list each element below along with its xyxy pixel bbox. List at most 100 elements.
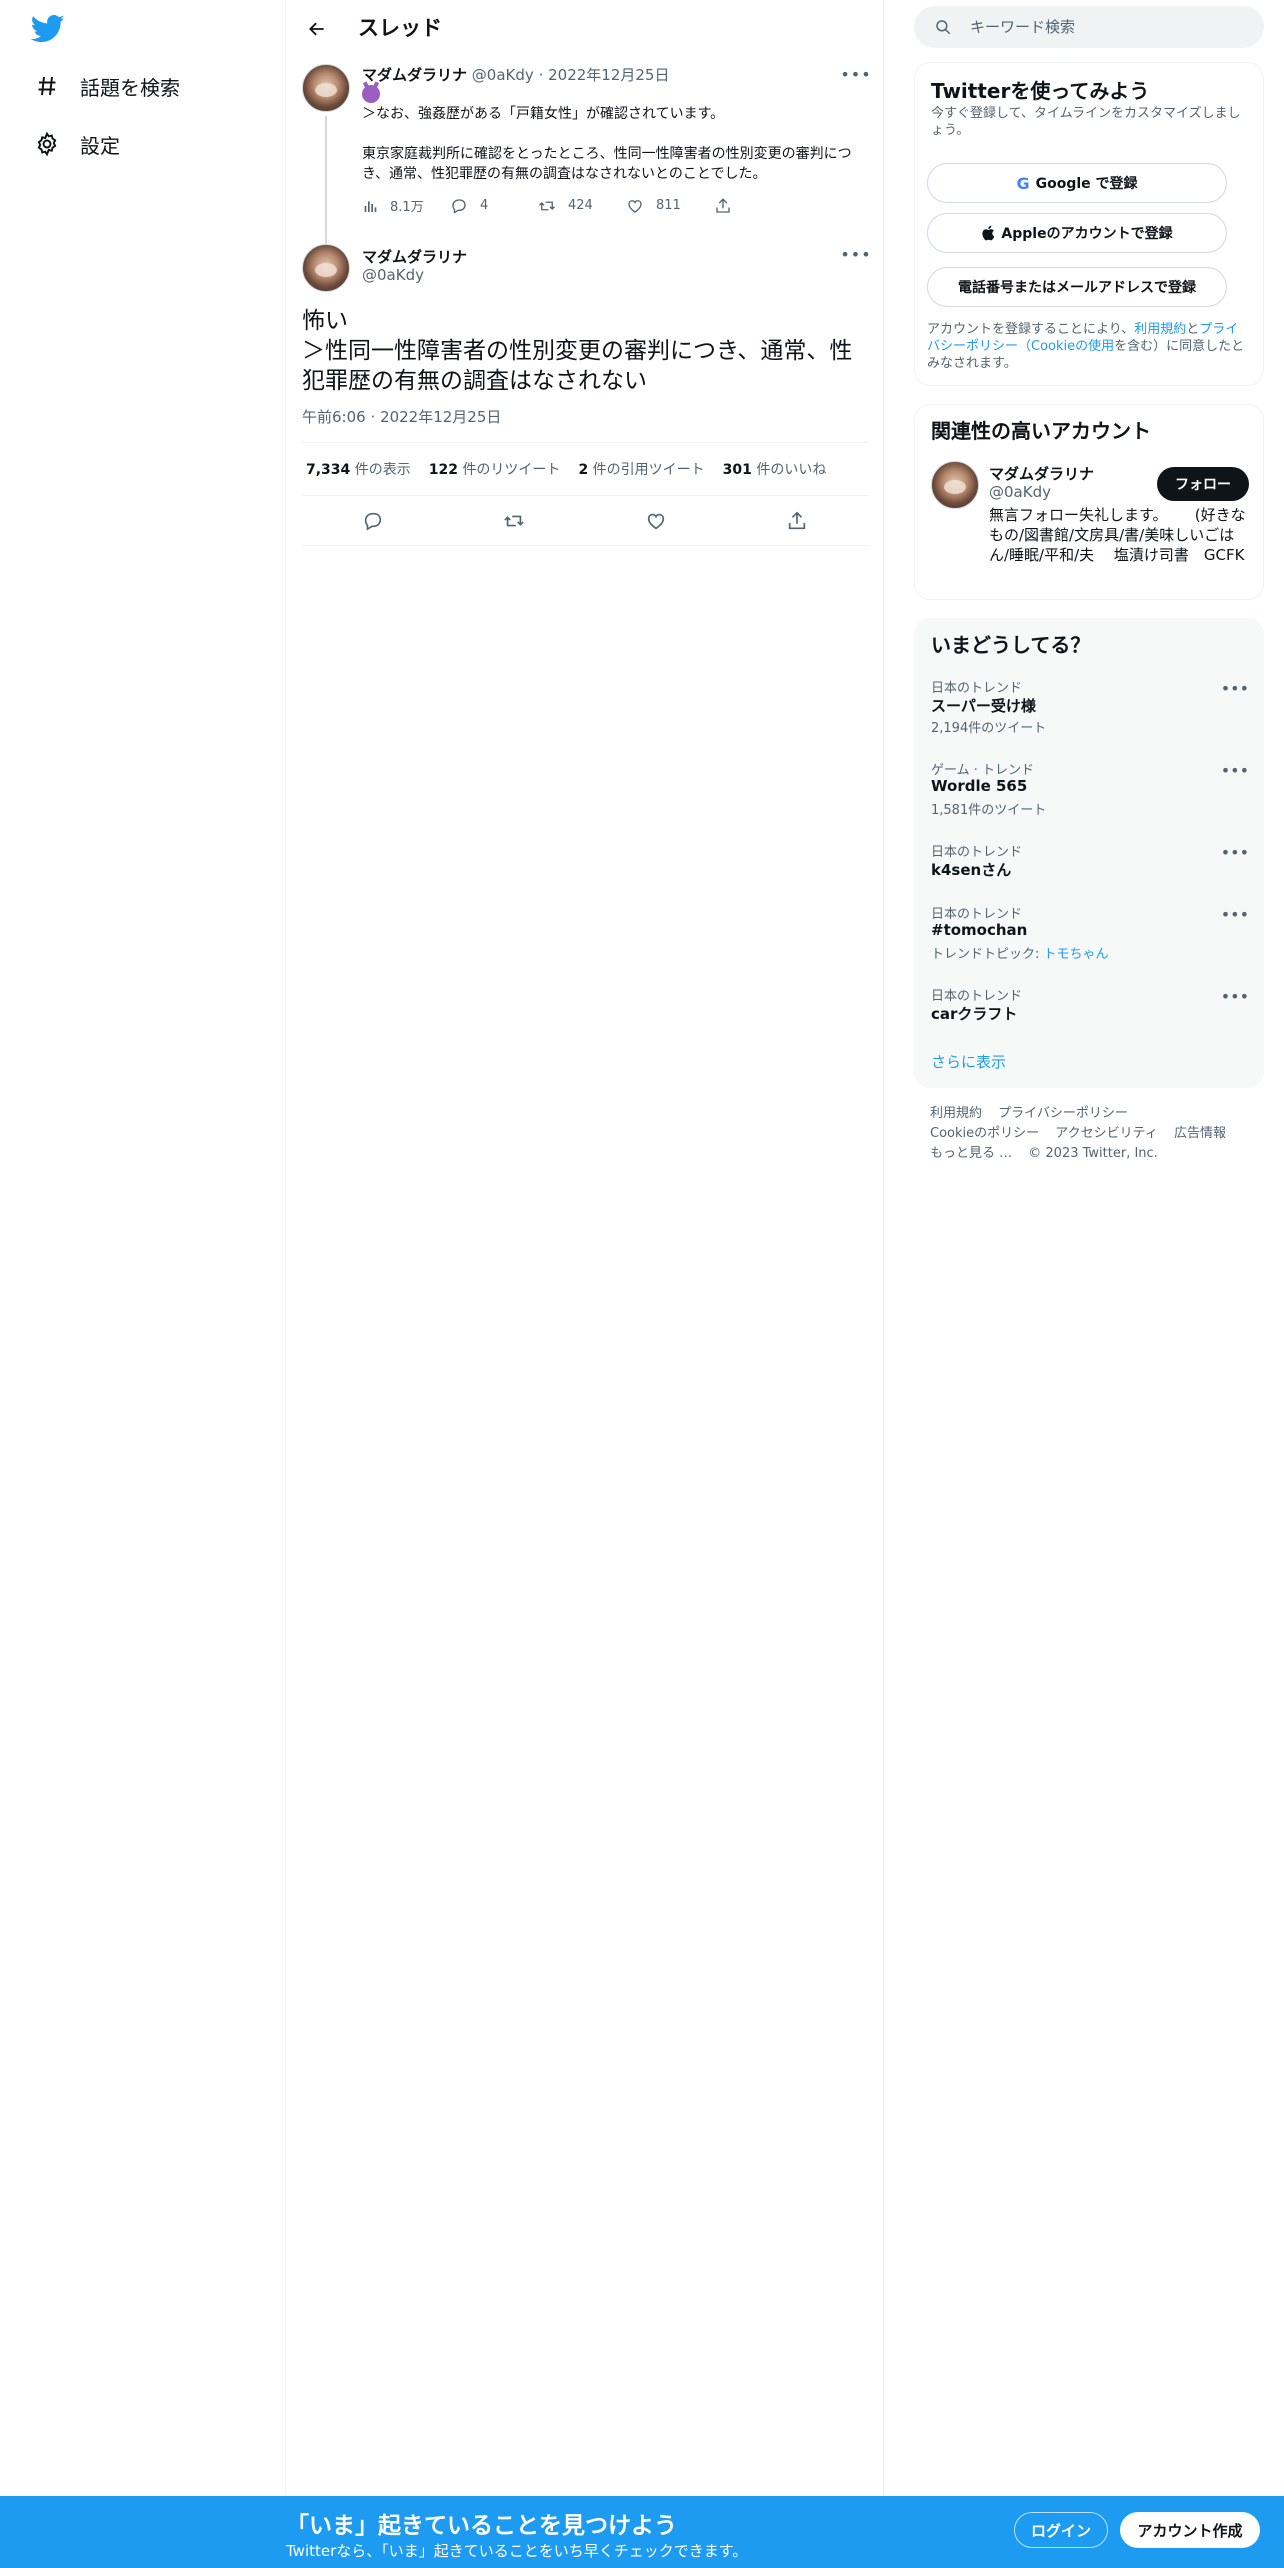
show-more-link[interactable]: さらに表示 [931,1051,1006,1072]
account-name[interactable]: マダムダラリナ [989,463,1094,484]
retweet-button[interactable]: 424 [538,196,626,215]
signup-title: Twitterを使ってみよう [931,79,1150,103]
author-name[interactable]: マダムダラリナ [362,66,467,84]
more-button[interactable]: ••• [840,64,870,84]
tweet-timestamp[interactable]: 午前6:06 · 2022年12月25日 [302,406,501,427]
legal-text: と [1186,322,1200,337]
author-handle[interactable]: @0aKdy [472,66,534,84]
tweet-line-2: ＞性同一性障害者の性別変更の審判につき、通常、性犯罪歴の有無の調査はなされない [302,338,853,394]
tweet-text: 怖い ＞性同一性障害者の性別変更の審判につき、通常、性犯罪歴の有無の調査はなされ… [302,306,862,396]
phone-signup-button[interactable]: 電話番号またはメールアドレスで登録 [927,267,1227,307]
trends-title: いまどうしてる？ [931,633,1091,657]
signup-subtitle: 今すぐ登録して、タイムラインをカスタマイズしましょう。 [931,106,1241,138]
more-icon[interactable]: ••• [1221,843,1249,862]
follow-button[interactable]: フォロー [1157,467,1249,501]
google-signup-button[interactable]: G Google で登録 [927,163,1227,203]
nav-settings[interactable]: 設定 [30,124,120,164]
heart-icon [628,199,642,213]
trend-name: carクラフト [931,1005,1018,1023]
more-icon[interactable]: ••• [1221,905,1249,924]
trend-topic-link[interactable]: トモちゃん [1044,947,1109,962]
footer-more-link[interactable]: もっと見る … [930,1146,1012,1161]
more-button[interactable]: ••• [840,244,872,264]
views-button[interactable]: 8.1万 [362,196,450,215]
relevant-accounts-card: 関連性の高いアカウント マダムダラリナ @0aKdy フォロー 無言フォロー失礼… [914,404,1264,600]
like-count: 811 [656,198,681,213]
twitter-bird-icon[interactable] [30,14,65,44]
author-handle[interactable]: @0aKdy [362,266,424,284]
footer-accessibility-link[interactable]: アクセシビリティ [1055,1126,1158,1141]
trend-category: ゲーム · トレンド [931,763,1035,778]
analytics-icon [364,200,377,212]
footer-cookie-link[interactable]: Cookieのポリシー [930,1126,1039,1141]
stat-quotes[interactable]: 2 件の引用ツイート [578,459,704,479]
reply-button[interactable] [353,501,393,541]
author-name[interactable]: マダムダラリナ [362,246,467,267]
page-title: スレッド [358,16,442,40]
main-column: スレッド マダムダラリナ @0aKdy · 2022年12月25日 ••• ＞な… [286,0,884,2568]
stat-likes[interactable]: 301 件のいいね [723,459,827,479]
trend-item[interactable]: 日本のトレンド #tomochan トレンドトピック: トモちゃん ••• [915,903,1265,985]
trend-topic: トレンドトピック: トモちゃん [931,947,1109,962]
tweet-line-1: ＞なお、強姦歴がある「戸籍女性」が確認されています。 [362,106,725,122]
trend-category: 日本のトレンド [931,845,1023,860]
search-icon [934,18,954,36]
account-bio: 無言フォロー失礼します。 (好きなもの/図書館/文房具/書/美味しいごはん/睡眠… [989,506,1246,564]
like-button[interactable]: 811 [626,196,714,215]
views-count: 8.1万 [390,200,424,215]
trend-item[interactable]: 日本のトレンド k4senさん ••• [915,841,1265,901]
apple-signup-button[interactable]: Appleのアカウントで登録 [927,213,1227,253]
avatar[interactable] [302,64,350,112]
trend-item[interactable]: 日本のトレンド carクラフト ••• [915,985,1265,1035]
avatar[interactable] [302,244,350,292]
apple-signup-label: Appleのアカウントで登録 [1001,226,1173,242]
trend-item[interactable]: ゲーム · トレンド Wordle 565 1,581件のツイート ••• [915,759,1265,841]
relevant-title: 関連性の高いアカウント [931,419,1151,443]
share-button[interactable] [777,501,817,541]
left-nav: 話題を検索 設定 [0,0,286,2568]
nav-settings-label: 設定 [80,133,120,158]
reply-icon [364,512,381,531]
footer-copyright: © 2023 Twitter, Inc. [1028,1146,1158,1161]
more-icon[interactable]: ••• [1221,679,1249,698]
back-button[interactable] [300,12,334,46]
google-icon: G [1016,173,1030,193]
footer-privacy-link[interactable]: プライバシーポリシー [998,1106,1128,1121]
nav-explore-label: 話題を検索 [80,75,180,100]
footer-ads-link[interactable]: 広告情報 [1174,1126,1226,1141]
arrow-left-icon [309,22,324,36]
tweet-date[interactable]: 2022年12月25日 [548,66,669,84]
avatar[interactable] [931,461,979,509]
tweet-stats: 7,334 件の表示 122 件のリツイート 2 件の引用ツイート 301 件の… [302,442,868,496]
like-button[interactable] [636,501,676,541]
nav-explore[interactable]: 話題を検索 [30,66,180,106]
retweet-icon [504,515,525,526]
trend-category: 日本のトレンド [931,907,1023,922]
trend-item[interactable]: 日本のトレンド スーパー受け様 2,194件のツイート ••• [915,677,1265,759]
signup-card: Twitterを使ってみよう 今すぐ登録して、タイムラインをカスタマイズしましょ… [914,62,1264,386]
signup-button[interactable]: アカウント作成 [1120,2512,1260,2548]
apple-icon [981,225,995,241]
stat-retweets[interactable]: 122 件のリツイート [429,459,561,479]
cookie-link[interactable]: （Cookieの使用 [1018,339,1114,354]
share-button[interactable] [714,196,802,215]
hashtag-icon [30,69,64,103]
footer-terms-link[interactable]: 利用規約 [930,1106,982,1121]
trends-card: いまどうしてる？ 日本のトレンド スーパー受け様 2,194件のツイート •••… [914,618,1264,1088]
account-handle[interactable]: @0aKdy [989,483,1051,501]
search-input[interactable] [970,18,1230,36]
search-bar[interactable] [914,6,1264,48]
banner-title: 「いま」起きていることを見つけよう [286,2513,677,2539]
terms-link[interactable]: 利用規約 [1134,322,1186,337]
reply-count: 4 [480,198,489,213]
more-icon[interactable]: ••• [1221,761,1249,780]
trend-name: #tomochan [931,921,1028,939]
retweet-button[interactable] [494,501,534,541]
reply-button[interactable]: 4 [450,196,538,215]
tweet-time: 午前6:06 [302,408,366,426]
more-icon: ••• [840,244,872,264]
trend-name: k4senさん [931,861,1012,879]
more-icon[interactable]: ••• [1221,987,1249,1006]
login-button[interactable]: ログイン [1014,2512,1108,2548]
login-banner: 「いま」起きていることを見つけよう Twitterなら、「いま」起きていることを… [0,2496,1284,2568]
